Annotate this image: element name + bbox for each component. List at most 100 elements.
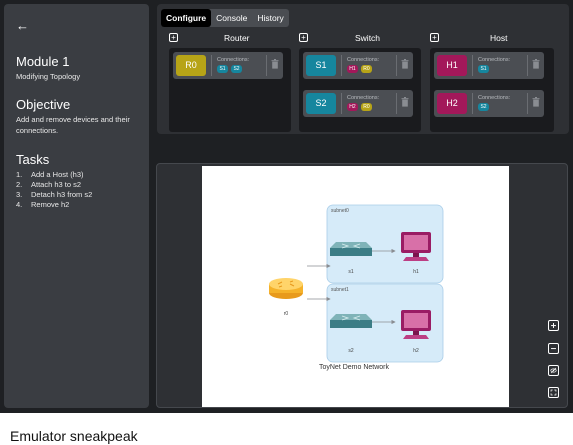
arrow-left-icon[interactable]: ← <box>16 18 29 33</box>
divider <box>472 93 473 114</box>
divider <box>527 93 528 114</box>
add-host-button[interactable]: + <box>430 33 439 42</box>
zoom-in-icon[interactable] <box>548 320 559 331</box>
subnet1-label: subnet1 <box>331 287 349 293</box>
device-button-s1[interactable]: S1 <box>306 55 336 76</box>
connections-label: Connections: <box>478 57 511 63</box>
divider <box>527 55 528 76</box>
tab-bar: Configure Console History <box>161 9 289 27</box>
network-diagram: subnet0 subnet1 r0 s1 h1 s2 h2 ToyNet De… <box>269 204 444 371</box>
add-router-button[interactable]: + <box>169 33 178 42</box>
network-title: ToyNet Demo Network <box>319 364 390 371</box>
switch-column-header: + Switch <box>299 32 421 46</box>
s1-label: s1 <box>348 269 354 275</box>
objective-text: Add and remove devices and their connect… <box>16 115 130 135</box>
connections-label: Connections: <box>347 95 380 101</box>
divider <box>396 55 397 76</box>
task-number: 1. <box>16 170 23 179</box>
sidebar: ← Module 1 Modifying Topology Objective … <box>4 4 149 408</box>
device-card-s1: S1 Connections: H1 R0 <box>303 52 413 79</box>
device-card-h1: H1 Connections: S1 <box>434 52 544 79</box>
connection-chips: S1 S2 <box>217 65 242 73</box>
divider <box>341 93 342 114</box>
task-item: 2. Attach h3 to s2 <box>16 180 92 190</box>
divider <box>396 93 397 114</box>
tab-console[interactable]: Console <box>211 9 252 27</box>
divider <box>266 55 267 76</box>
s2-label: s2 <box>348 348 354 354</box>
task-text: Remove h2 <box>31 200 70 209</box>
task-number: 2. <box>16 180 23 189</box>
device-button-h1[interactable]: H1 <box>437 55 467 76</box>
host-column-header: + Host <box>430 32 554 46</box>
connection-chips: H2 R0 <box>347 103 372 111</box>
task-item: 3. Detach h3 from s2 <box>16 190 92 200</box>
task-text: Attach h3 to s2 <box>31 180 82 189</box>
device-card-s2: S2 Connections: H2 R0 <box>303 90 413 117</box>
switch-icon[interactable] <box>330 314 372 328</box>
connection-chip-s1[interactable]: S1 <box>217 65 228 73</box>
configure-panel: Configure Console History + Router R0 Co… <box>157 4 569 134</box>
hide-icon[interactable] <box>548 365 559 376</box>
task-number: 3. <box>16 190 23 199</box>
trash-icon[interactable] <box>532 59 540 69</box>
trash-icon[interactable] <box>532 97 540 107</box>
fit-screen-icon[interactable] <box>548 387 559 398</box>
switch-icon[interactable] <box>330 242 372 256</box>
task-item: 1. Add a Host (h3) <box>16 170 92 180</box>
router-column-title: Router <box>224 33 250 43</box>
host-column: + Host H1 Connections: S1 H2 Connections… <box>430 32 554 132</box>
caption: Emulator sneakpeak <box>10 428 138 444</box>
task-number: 4. <box>16 200 23 209</box>
tab-configure[interactable]: Configure <box>161 9 212 27</box>
device-button-h2[interactable]: H2 <box>437 93 467 114</box>
connection-chip-s2[interactable]: S2 <box>231 65 242 73</box>
tasks-title: Tasks <box>16 152 50 167</box>
switch-column-title: Switch <box>355 33 381 43</box>
host-column-title: Host <box>490 33 508 43</box>
switch-column: + Switch S1 Connections: H1 R0 S2 Connec… <box>299 32 421 132</box>
connections-label: Connections: <box>217 57 250 63</box>
device-button-s2[interactable]: S2 <box>306 93 336 114</box>
router-icon[interactable] <box>269 278 303 299</box>
objective-title: Objective <box>16 97 71 112</box>
divider <box>211 55 212 76</box>
device-card-r0: R0 Connections: S1 S2 <box>173 52 283 79</box>
add-switch-button[interactable]: + <box>299 33 308 42</box>
trash-icon[interactable] <box>401 97 409 107</box>
task-item: 4. Remove h2 <box>16 200 92 210</box>
task-list: 1. Add a Host (h3) 2. Attach h3 to s2 3. De… <box>16 170 92 210</box>
connections-label: Connections: <box>478 95 511 101</box>
device-card-h2: H2 Connections: S2 <box>434 90 544 117</box>
router-column-header: + Router <box>169 32 291 46</box>
connection-chips: S1 <box>478 65 489 73</box>
topology-panel: subnet0 subnet1 r0 s1 h1 s2 h2 ToyNet De… <box>156 163 568 408</box>
connection-chip-h1[interactable]: H1 <box>347 65 358 73</box>
trash-icon[interactable] <box>271 59 279 69</box>
connection-chips: S2 <box>478 103 489 111</box>
divider <box>472 55 473 76</box>
connection-chip-s1[interactable]: S1 <box>478 65 489 73</box>
connection-chip-r0[interactable]: R0 <box>361 65 372 73</box>
host-list: H1 Connections: S1 H2 Connections: S2 <box>430 48 554 132</box>
router-list: R0 Connections: S1 S2 <box>169 48 291 132</box>
router-label: r0 <box>284 311 289 317</box>
connections-label: Connections: <box>347 57 380 63</box>
trash-icon[interactable] <box>401 59 409 69</box>
connection-chip-r0[interactable]: R0 <box>361 103 372 111</box>
connection-chips: H1 R0 <box>347 65 372 73</box>
zoom-out-icon[interactable] <box>548 343 559 354</box>
topology-canvas[interactable]: subnet0 subnet1 r0 s1 h1 s2 h2 ToyNet De… <box>202 166 509 407</box>
h2-label: h2 <box>413 348 419 354</box>
task-text: Detach h3 from s2 <box>31 190 93 199</box>
router-column: + Router R0 Connections: S1 S2 <box>169 32 291 132</box>
h1-label: h1 <box>413 269 419 275</box>
tab-history[interactable]: History <box>252 9 288 27</box>
connection-chip-s2[interactable]: S2 <box>478 103 489 111</box>
module-title: Module 1 <box>16 54 70 69</box>
divider <box>341 55 342 76</box>
module-subtitle: Modifying Topology <box>16 72 81 81</box>
connection-chip-h2[interactable]: H2 <box>347 103 358 111</box>
device-button-r0[interactable]: R0 <box>176 55 206 76</box>
switch-list: S1 Connections: H1 R0 S2 Connections: H2… <box>299 48 421 132</box>
